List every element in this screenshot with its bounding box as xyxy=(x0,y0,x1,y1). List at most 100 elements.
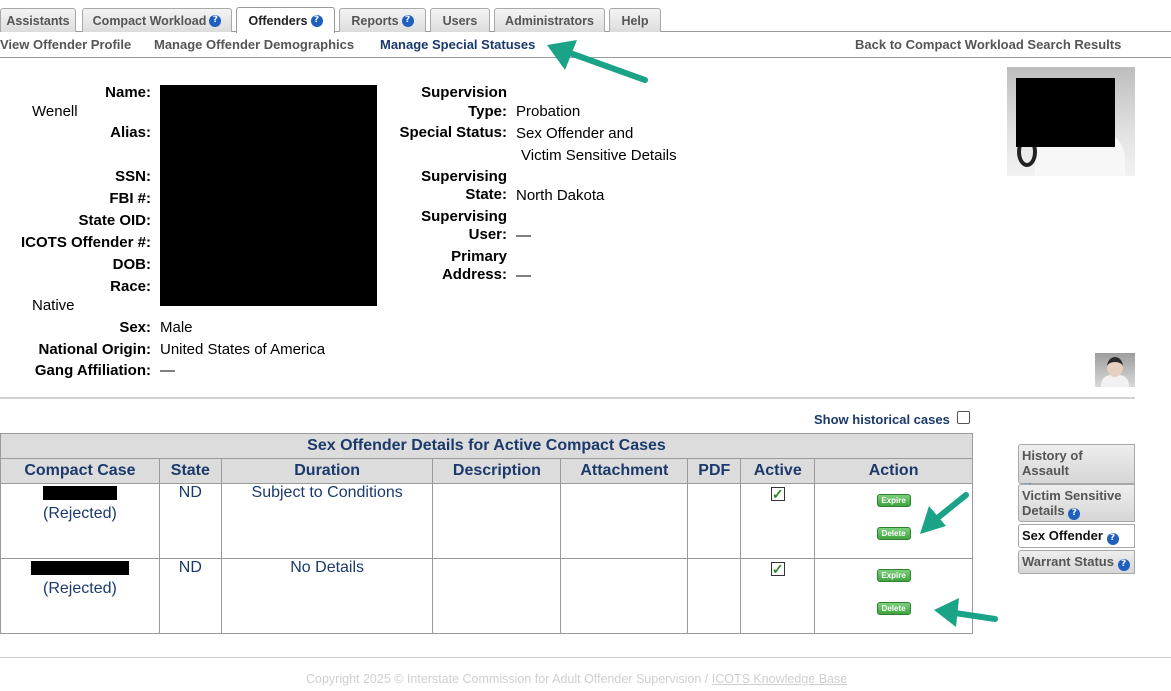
tab-help[interactable]: Help xyxy=(609,8,661,32)
primary-address-label-1: Primary xyxy=(451,248,507,265)
supervising-state-value: North Dakota xyxy=(516,187,605,204)
active-cell: ✓ xyxy=(740,483,816,559)
arrow-icon xyxy=(547,40,648,83)
pdf-cell xyxy=(687,558,742,634)
state-cell: ND xyxy=(158,558,222,634)
side-tab-sex-offender[interactable]: Sex Offender ? xyxy=(1018,524,1135,548)
column-header: Description xyxy=(432,458,562,484)
special-status-label: Special Status: xyxy=(399,124,507,141)
attachment-cell xyxy=(560,558,689,634)
supervising-user-value: — xyxy=(516,227,531,244)
help-icon[interactable]: ? xyxy=(1117,558,1130,571)
show-historical-cases-checkbox[interactable] xyxy=(957,411,970,424)
case-status[interactable]: (Rejected) xyxy=(1,580,159,598)
sex-label: Sex: xyxy=(119,319,151,336)
tab-label: Offenders xyxy=(248,13,308,28)
supervising-user-label-2: User: xyxy=(468,226,507,243)
tab-users[interactable]: Users xyxy=(430,8,490,32)
tab-reports[interactable]: Reports? xyxy=(339,8,426,32)
copyright-text: Copyright 2025 © Interstate Commission f… xyxy=(306,672,712,686)
table-row: (Rejected) ND Subject to Conditions ✓ Ex… xyxy=(0,483,973,559)
name-label: Name: xyxy=(105,84,151,101)
delete-button[interactable]: Delete xyxy=(876,527,911,540)
compact-case-cell[interactable]: (Rejected) xyxy=(0,483,160,559)
help-icon[interactable]: ? xyxy=(209,14,222,27)
icots-offender-label: ICOTS Offender #: xyxy=(20,234,151,251)
tab-assistants[interactable]: Assistants xyxy=(0,8,76,32)
column-header: Action xyxy=(814,458,973,484)
active-checkbox-icon: ✓ xyxy=(770,561,785,577)
column-header: Duration xyxy=(220,458,434,484)
active-cell: ✓ xyxy=(740,558,816,634)
action-cell: Expire Delete xyxy=(814,558,973,634)
footer: Copyright 2025 © Interstate Commission f… xyxy=(306,672,847,686)
tab-label: Assistants xyxy=(6,13,70,28)
special-status-value-2: Victim Sensitive Details xyxy=(521,147,677,164)
gang-affiliation-label: Gang Affiliation: xyxy=(34,362,151,379)
compact-case-cell[interactable]: (Rejected) xyxy=(0,558,160,634)
supervision-type-label-1: Supervision xyxy=(421,84,507,101)
delete-button[interactable]: Delete xyxy=(876,602,911,615)
side-tab-label: Warrant Status xyxy=(1022,554,1114,569)
back-to-search-results-link[interactable]: Back to Compact Workload Search Results xyxy=(855,37,1121,52)
tab-offenders[interactable]: Offenders? xyxy=(236,7,335,33)
offender-photo-thumbnail[interactable] xyxy=(1095,353,1135,387)
case-status[interactable]: (Rejected) xyxy=(1,505,159,523)
national-origin-value: United States of America xyxy=(160,341,326,358)
tab-administrators[interactable]: Administrators xyxy=(494,8,605,32)
supervision-type-value: Probation xyxy=(516,103,581,120)
name-partial: Wenell xyxy=(32,103,78,120)
footer-divider xyxy=(0,657,1171,658)
state-cell: ND xyxy=(158,483,222,559)
case-number-redaction xyxy=(42,486,117,500)
tab-label: Compact Workload xyxy=(92,13,207,28)
help-icon[interactable]: ? xyxy=(1106,532,1119,545)
help-icon[interactable]: ? xyxy=(1068,507,1081,520)
expire-button[interactable]: Expire xyxy=(876,569,911,582)
manage-special-statuses-link[interactable]: Manage Special Statuses xyxy=(380,37,535,52)
ssn-label: SSN: xyxy=(115,168,151,185)
active-checkbox-icon: ✓ xyxy=(770,486,785,502)
help-icon[interactable]: ? xyxy=(310,14,323,27)
view-offender-profile-link[interactable]: View Offender Profile xyxy=(0,37,131,52)
tab-label: Administrators xyxy=(505,13,594,28)
duration-cell: Subject to Conditions xyxy=(220,483,434,559)
fbi-label: FBI #: xyxy=(109,190,151,207)
side-tab-warrant-status[interactable]: Warrant Status ? xyxy=(1018,550,1135,574)
offender-photo xyxy=(1007,67,1135,176)
sex-offender-details-table: Sex Offender Details for Active Compact … xyxy=(0,433,973,634)
column-header: PDF xyxy=(687,458,742,484)
action-cell: Expire Delete xyxy=(814,483,973,559)
tab-label: Users xyxy=(442,13,478,28)
national-origin-label: National Origin: xyxy=(38,341,152,358)
main-tab-bar: Assistants Compact Workload? Offenders? … xyxy=(0,0,1171,33)
race-partial: Native xyxy=(32,297,75,314)
table-row: (Rejected) ND No Details ✓ Expire Delete xyxy=(0,558,973,634)
help-icon[interactable]: ? xyxy=(401,14,414,27)
expire-button[interactable]: Expire xyxy=(876,494,911,507)
attachment-cell xyxy=(560,483,689,559)
supervising-user-label-1: Supervising xyxy=(421,208,507,225)
tab-compact-workload[interactable]: Compact Workload? xyxy=(82,8,232,32)
state-oid-label: State OID: xyxy=(78,212,151,229)
gang-affiliation-value: — xyxy=(160,362,175,379)
description-cell xyxy=(432,483,562,559)
side-tab-label: Sex Offender xyxy=(1022,528,1103,543)
case-number-redaction xyxy=(30,561,129,575)
tab-label: Reports xyxy=(351,13,399,28)
knowledge-base-link[interactable]: ICOTS Knowledge Base xyxy=(712,672,848,686)
photo-redaction xyxy=(1016,78,1115,147)
special-status-value-1: Sex Offender and xyxy=(516,125,634,142)
supervision-type-label-2: Type: xyxy=(468,103,507,120)
show-historical-cases-label: Show historical cases xyxy=(814,412,950,427)
side-tab-victim-sensitive-details[interactable]: Victim Sensitive Details ? xyxy=(1018,484,1135,522)
primary-address-value: — xyxy=(516,267,531,284)
side-tab-history-of-assault[interactable]: History of Assault ? xyxy=(1018,444,1135,495)
table-caption: Sex Offender Details for Active Compact … xyxy=(0,433,973,459)
supervising-state-label-2: State: xyxy=(465,186,507,203)
column-header: Active xyxy=(740,458,816,484)
supervising-state-label-1: Supervising xyxy=(421,168,507,185)
manage-demographics-link[interactable]: Manage Offender Demographics xyxy=(154,37,354,52)
side-tab-label: History of Assault xyxy=(1022,448,1083,478)
pdf-cell xyxy=(687,483,742,559)
